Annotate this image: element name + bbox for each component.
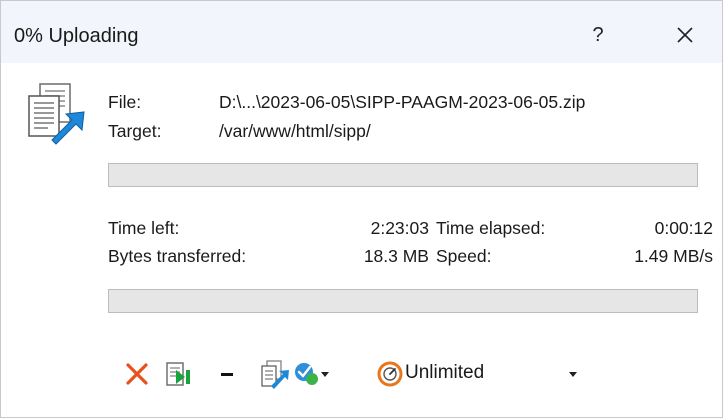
speed-limit-value: Unlimited	[405, 362, 485, 383]
window-title: 0% Uploading	[14, 25, 139, 47]
target-path: /var/www/html/sipp/	[219, 121, 371, 141]
upload-file-icon	[28, 83, 85, 145]
once-finished-dropdown-arrow	[321, 372, 329, 377]
once-finished-icon	[295, 363, 318, 385]
speed-limit-dropdown-arrow	[569, 372, 577, 377]
minimize-icon	[221, 373, 233, 376]
help-icon: ?	[592, 24, 604, 46]
file-progress-bar	[108, 163, 698, 187]
close-button[interactable]	[665, 15, 705, 55]
close-icon	[677, 27, 693, 43]
time-left-label: Time left:	[108, 218, 180, 238]
bytes-transferred-value: 18.3 MB	[363, 246, 429, 266]
move-to-background-button[interactable]	[163, 356, 195, 392]
cancel-button[interactable]	[123, 356, 153, 392]
queue-icon	[261, 360, 289, 389]
bytes-transferred-label: Bytes transferred:	[108, 246, 247, 266]
time-elapsed-value: 0:00:12	[654, 218, 713, 238]
title-bar[interactable]: 0% Uploading ?	[1, 1, 722, 63]
upload-progress-dialog: 0% Uploading ? File: D:\...\2023-06-05\S…	[0, 0, 723, 418]
help-button[interactable]: ?	[578, 15, 618, 55]
time-left-value: 2:23:03	[370, 218, 429, 238]
speed-limit-icon	[377, 361, 403, 387]
time-elapsed-label: Time elapsed:	[436, 218, 546, 238]
cancel-icon	[126, 363, 148, 385]
queue-button[interactable]	[259, 356, 291, 392]
speed-limit-dropdown[interactable]: Unlimited	[369, 356, 579, 392]
file-path: D:\...\2023-06-05\SIPP-PAAGM-2023-06-05.…	[219, 92, 586, 112]
background-transfer-icon	[166, 362, 190, 386]
target-label: Target:	[108, 121, 162, 141]
minimize-button[interactable]	[217, 356, 239, 392]
file-label: File:	[108, 92, 142, 112]
overall-progress-bar	[108, 289, 698, 313]
speed-label: Speed:	[436, 246, 492, 266]
once-finished-button[interactable]	[293, 356, 329, 392]
speed-value: 1.49 MB/s	[634, 246, 713, 266]
